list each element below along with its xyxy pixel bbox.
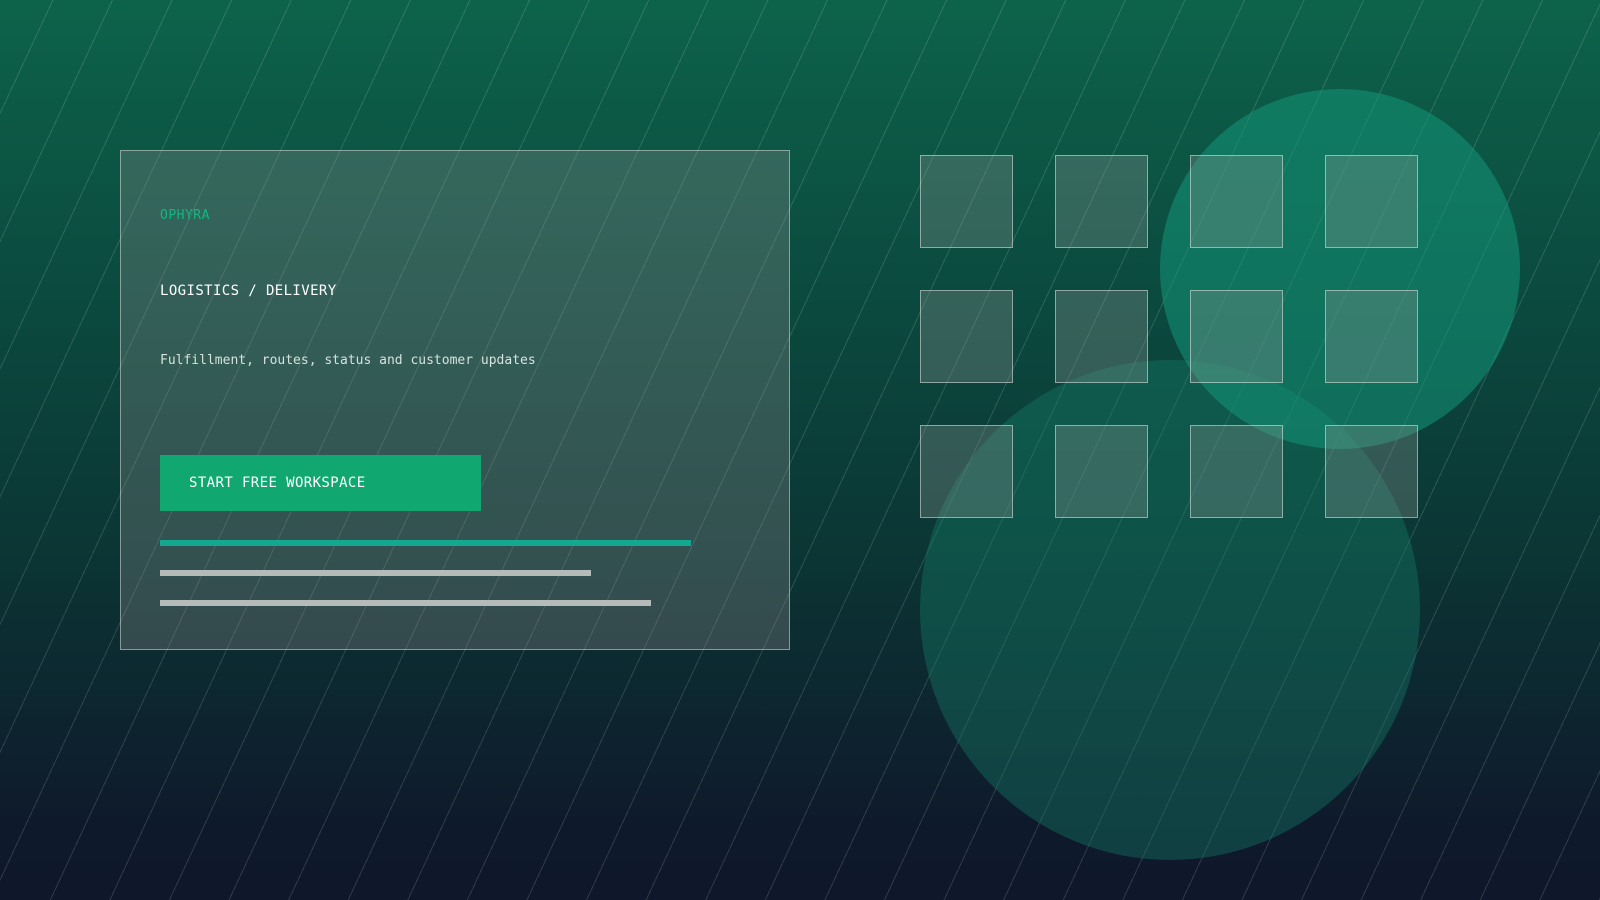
start-free-workspace-button[interactable]: START FREE WORKSPACE <box>160 455 481 511</box>
grid-tile <box>1055 290 1148 383</box>
grid-tile <box>1325 290 1418 383</box>
placeholder-bar <box>160 570 591 576</box>
grid-tile <box>1190 155 1283 248</box>
grid-tile <box>1190 290 1283 383</box>
placeholder-bar-accent <box>160 540 691 546</box>
brand-name: OPHYRA <box>160 208 210 223</box>
tagline: Fulfillment, routes, status and customer… <box>160 353 536 368</box>
placeholder-bar <box>160 600 651 606</box>
category-heading: LOGISTICS / DELIVERY <box>160 283 337 299</box>
grid-tile <box>1190 425 1283 518</box>
grid-tile <box>920 425 1013 518</box>
grid-tile <box>1325 155 1418 248</box>
grid-tile <box>1055 425 1148 518</box>
tile-grid <box>920 155 1418 518</box>
hero-card: OPHYRA LOGISTICS / DELIVERY Fulfillment,… <box>120 150 790 650</box>
grid-tile <box>920 290 1013 383</box>
grid-tile <box>1325 425 1418 518</box>
grid-tile <box>1055 155 1148 248</box>
grid-tile <box>920 155 1013 248</box>
